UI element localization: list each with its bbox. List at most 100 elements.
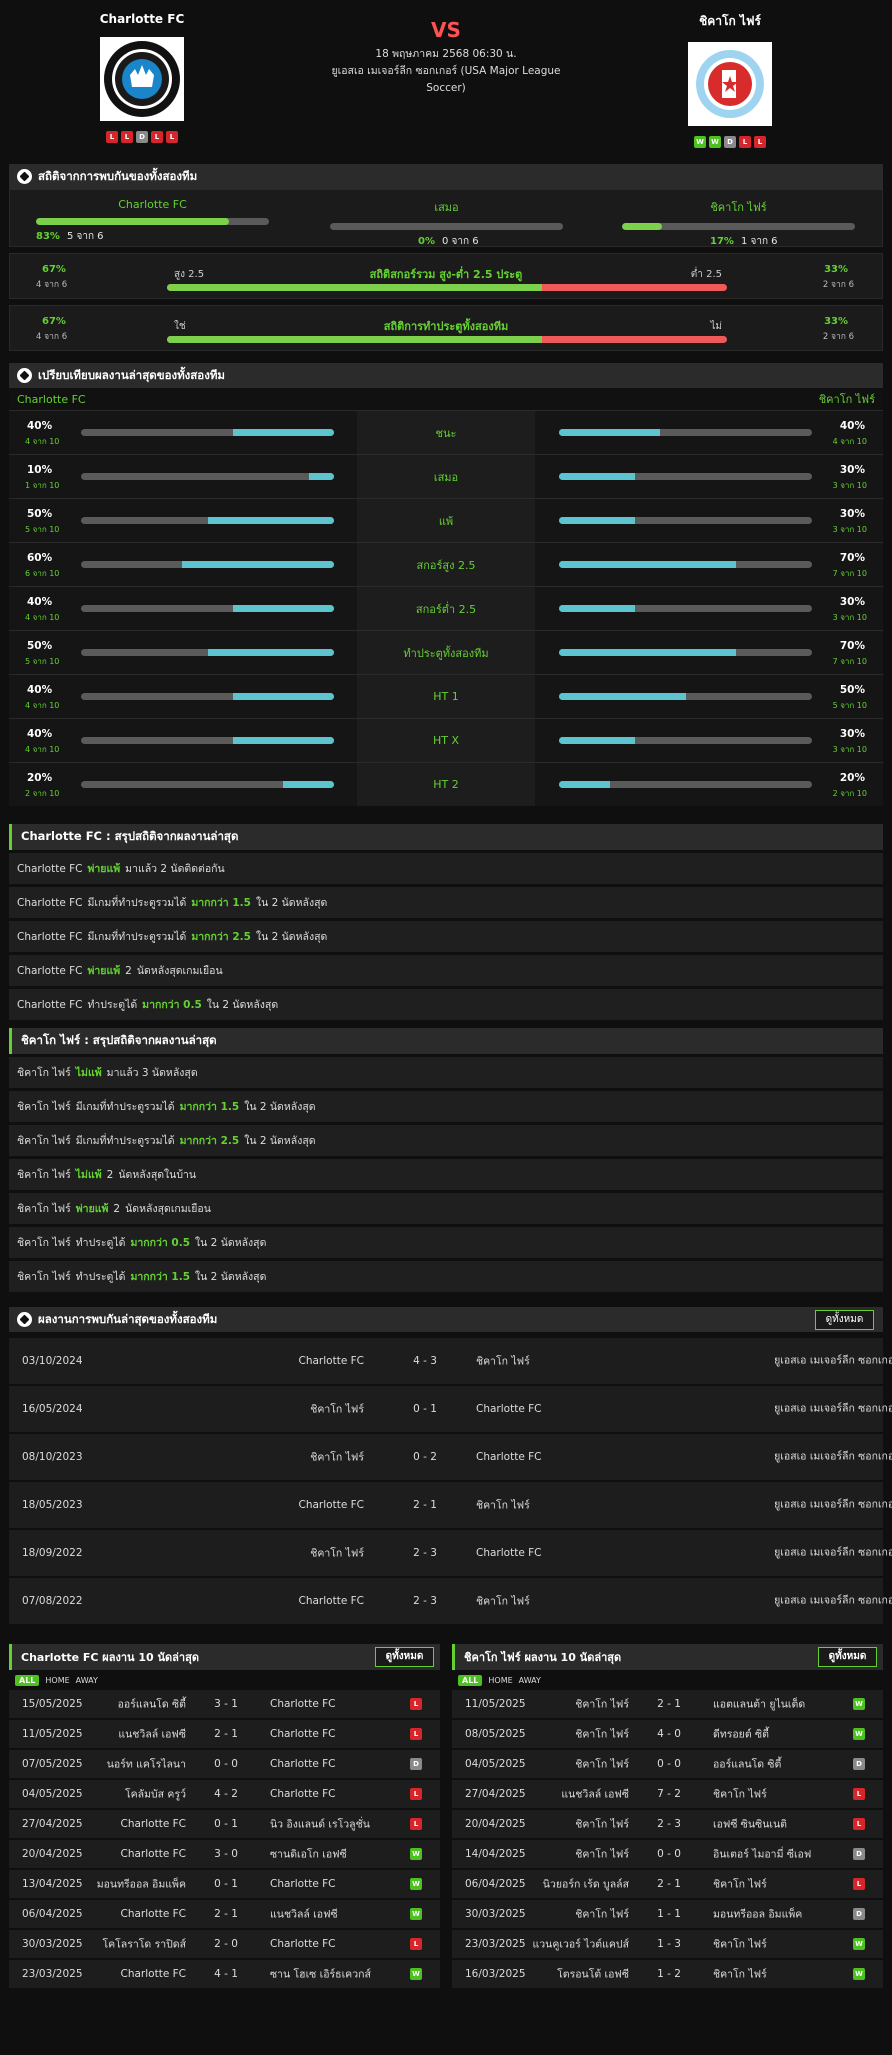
- summary-text: ทำประตูได้: [87, 999, 138, 1011]
- result-home-team: ชิคาโก ไฟร์: [575, 1728, 629, 1741]
- compare-label: ทำประตูทั้งสองทีม: [357, 631, 535, 674]
- h2h-match-row[interactable]: 18/05/2023 Charlotte FC 2 - 1 ชิคาโก ไฟร์ ยู…: [9, 1482, 892, 1528]
- result-row[interactable]: 20/04/2025 ชิคาโก ไฟร์ 2 - 3 เอฟซี ซินซินเน…: [452, 1810, 883, 1838]
- match-away-team: Charlotte FC: [476, 1403, 542, 1415]
- home-team[interactable]: Charlotte FC L L D L L: [42, 12, 242, 143]
- match-home-team: ชิคาโก ไฟร์: [310, 1547, 364, 1560]
- result-badge: W: [410, 1908, 422, 1920]
- summary-text: ทำประตูได้: [75, 1237, 126, 1249]
- result-row[interactable]: 11/05/2025 แนชวิลล์ เอฟซี 2 - 1 Charlotte F…: [9, 1720, 440, 1748]
- home-last10-header: Charlotte FC ผลงาน 10 นัดล่าสุด ดูทั้งหมด: [9, 1644, 440, 1670]
- compare-label: HT 2: [357, 763, 535, 806]
- result-score: 3 - 1: [214, 1698, 238, 1710]
- result-row[interactable]: 11/05/2025 ชิคาโก ไฟร์ 2 - 1 แอตแลนต้า ยูไน…: [452, 1690, 883, 1718]
- result-away-team: มอนทรีออล อิมแพ็ค: [713, 1908, 803, 1921]
- result-row[interactable]: 06/04/2025 นิวยอร์ก เร้ด บูลล์ส 2 - 1 ชิคาโ…: [452, 1870, 883, 1898]
- h2h-matches-section: ผลงานการพบกันล่าสุดของทั้งสองทีม ดูทั้งห…: [9, 1307, 892, 1624]
- h2h-home: Charlotte FC 83% 5 จาก 6: [36, 198, 269, 244]
- compare-home-bar: [81, 429, 334, 436]
- match-venue: ยูเอสเอ เมเจอร์ลีก ซอกเกอร์: [774, 1354, 892, 1367]
- match-away-team: ชิคาโก ไฟร์: [476, 1499, 530, 1512]
- h2h-match-row[interactable]: 03/10/2024 Charlotte FC 4 - 3 ชิคาโก ไฟร์ ยู…: [9, 1338, 892, 1384]
- form-badge: L: [106, 131, 118, 143]
- filter-all-tab[interactable]: ALL: [458, 1674, 483, 1686]
- compare-home-sub: 4 จาก 10: [25, 437, 60, 446]
- result-row[interactable]: 08/05/2025 ชิคาโก ไฟร์ 4 - 0 ดีทรอยต์ ซิตี้…: [452, 1720, 883, 1748]
- result-row[interactable]: 04/05/2025 โคลัมบัส ครูว์ 4 - 2 Charlotte F…: [9, 1780, 440, 1808]
- result-row[interactable]: 14/04/2025 ชิคาโก ไฟร์ 0 - 0 อินเตอร์ ไมอาม…: [452, 1840, 883, 1868]
- result-row[interactable]: 06/04/2025 Charlotte FC 2 - 1 แนชวิลล์ เอฟซ…: [9, 1900, 440, 1928]
- compare-away-pct: 50%: [839, 684, 865, 696]
- result-row[interactable]: 30/03/2025 โคโลราโด ราปิดส์ 2 - 0 Charlotte…: [9, 1930, 440, 1958]
- summary-text: Charlotte FC: [17, 930, 83, 943]
- summary-text: ชิคาโก ไฟร์: [17, 1067, 71, 1079]
- compare-away-cell: 50% 5 จาก 10: [535, 675, 883, 718]
- away-view-all-button[interactable]: ดูทั้งหมด: [818, 1647, 877, 1667]
- result-date: 06/04/2025: [465, 1878, 526, 1890]
- compare-away-cell: 30% 3 จาก 10: [535, 455, 883, 498]
- compare-away-sub: 5 จาก 10: [832, 701, 867, 710]
- result-date: 04/05/2025: [22, 1788, 83, 1800]
- filter-home-tab[interactable]: HOME: [488, 1676, 512, 1685]
- compare-home-cell: 10% 1 จาก 10: [9, 455, 357, 498]
- result-badge: L: [410, 1698, 422, 1710]
- result-row[interactable]: 27/04/2025 แนชวิลล์ เอฟซี 7 - 2 ชิคาโก ไฟร์…: [452, 1780, 883, 1808]
- section-header: เปรียบเทียบผลงานล่าสุดของทั้งสองทีม: [9, 363, 883, 388]
- result-row[interactable]: 07/05/2025 นอร์ท แคโรไลนา 0 - 0 Charlotte F…: [9, 1750, 440, 1778]
- result-row[interactable]: 20/04/2025 Charlotte FC 3 - 0 ซานดิเอโก เอฟ…: [9, 1840, 440, 1868]
- h2h-match-row[interactable]: 16/05/2024 ชิคาโก ไฟร์ 0 - 1 Charlotte FC ยู…: [9, 1386, 892, 1432]
- compare-label: HT X: [357, 719, 535, 762]
- result-row[interactable]: 04/05/2025 ชิคาโก ไฟร์ 0 - 0 ออร์แลนโด ซิตี…: [452, 1750, 883, 1778]
- home-last10: Charlotte FC ผลงาน 10 นัดล่าสุด ดูทั้งหมด…: [9, 1644, 440, 1988]
- compare-home-cell: 50% 5 จาก 10: [9, 499, 357, 542]
- result-score: 7 - 2: [657, 1788, 681, 1800]
- home-view-all-button[interactable]: ดูทั้งหมด: [375, 1647, 434, 1667]
- compare-away-sub: 3 จาก 10: [832, 613, 867, 622]
- result-row[interactable]: 13/04/2025 มอนทรีออล อิมแพ็ค 0 - 1 Charlott…: [9, 1870, 440, 1898]
- h2h-match-row[interactable]: 07/08/2022 Charlotte FC 2 - 3 ชิคาโก ไฟร์ ยู…: [9, 1578, 892, 1624]
- result-score: 2 - 0: [214, 1938, 238, 1950]
- over-under-panel: 67% 4 จาก 6 สูง 2.5 สถิติสกอร์รวม สูง-ต่…: [9, 253, 883, 299]
- match-venue: ยูเอสเอ เมเจอร์ลีก ซอกเกอร์: [774, 1594, 892, 1607]
- match-away-team: Charlotte FC: [476, 1547, 542, 1559]
- result-away-team: ชิคาโก ไฟร์: [713, 1788, 767, 1801]
- compare-home-cell: 40% 4 จาก 10: [9, 719, 357, 762]
- h2h-home-pct: 83%: [36, 231, 60, 242]
- match-home-team: Charlotte FC: [298, 1499, 364, 1511]
- match-date: 08/10/2023: [22, 1451, 83, 1463]
- result-row[interactable]: 23/03/2025 Charlotte FC 4 - 1 ซาน โฮเซ เอิร…: [9, 1960, 440, 1988]
- h2h-home-name: Charlotte FC: [118, 198, 187, 211]
- compare-home-pct: 10%: [27, 464, 53, 476]
- compare-away-cell: 70% 7 จาก 10: [535, 631, 883, 674]
- result-away-team: นิว อิงแลนด์ เรโวลูชั่น: [270, 1818, 370, 1831]
- h2h-match-row[interactable]: 18/09/2022 ชิคาโก ไฟร์ 2 - 3 Charlotte FC ยู…: [9, 1530, 892, 1576]
- result-row[interactable]: 15/05/2025 ออร์แลนโด ซิตี้ 3 - 1 Charlotte …: [9, 1690, 440, 1718]
- h2h-match-row[interactable]: 08/10/2023 ชิคาโก ไฟร์ 0 - 2 Charlotte FC ยู…: [9, 1434, 892, 1480]
- result-row[interactable]: 16/03/2025 โตรอนโต้ เอฟซี 1 - 2 ชิคาโก ไฟร์…: [452, 1960, 883, 1988]
- away-team[interactable]: ชิคาโก ไฟร์ W W D L L: [630, 12, 830, 148]
- summary-highlight: มากกว่า 1.5: [179, 1101, 240, 1113]
- summary-text: ชิคาโก ไฟร์: [17, 1203, 71, 1215]
- filter-all-tab[interactable]: ALL: [15, 1674, 40, 1686]
- result-away-team: Charlotte FC: [270, 1878, 336, 1890]
- compare-row: 60% 6 จาก 10 สกอร์สูง 2.5 70% 7 จาก 10: [9, 542, 883, 586]
- filter-away-tab[interactable]: AWAY: [519, 1676, 541, 1685]
- summary-highlight: พ่ายแพ้: [87, 965, 121, 977]
- view-all-button[interactable]: ดูทั้งหมด: [815, 1310, 874, 1330]
- btts-title: สถิติการทำประตูทั้งสองทีม: [383, 320, 509, 333]
- ou-right-label: ต่ำ 2.5: [690, 269, 722, 280]
- result-row[interactable]: 27/04/2025 Charlotte FC 0 - 1 นิว อิงแลนด์ …: [9, 1810, 440, 1838]
- summary-text: มาแล้ว 3 นัดหลังสุด: [106, 1067, 198, 1079]
- summary-text: Charlotte FC: [17, 998, 83, 1011]
- charlotte-fc-logo: [100, 37, 184, 121]
- result-away-team: Charlotte FC: [270, 1728, 336, 1740]
- compare-home-cell: 40% 4 จาก 10: [9, 587, 357, 630]
- filter-away-tab[interactable]: AWAY: [76, 1676, 98, 1685]
- summary-text: มีเกมที่ทำประตูรวมได้: [75, 1101, 175, 1113]
- match-score: 2 - 1: [413, 1499, 437, 1511]
- h2h-home-sub: 5 จาก 6: [66, 231, 104, 242]
- result-badge: L: [853, 1878, 865, 1890]
- filter-home-tab[interactable]: HOME: [45, 1676, 69, 1685]
- result-row[interactable]: 23/03/2025 แวนคูเวอร์ ไวต์แคปส์ 1 - 3 ชิคาโ…: [452, 1930, 883, 1958]
- result-row[interactable]: 30/03/2025 ชิคาโก ไฟร์ 1 - 1 มอนทรีออล อิมแ…: [452, 1900, 883, 1928]
